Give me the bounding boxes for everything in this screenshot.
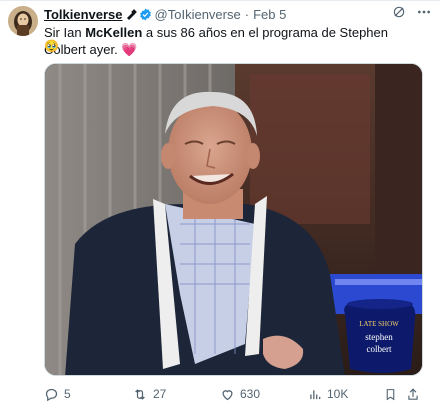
bookmark-button[interactable] <box>384 384 397 404</box>
like-button[interactable]: 630 <box>220 384 260 404</box>
more-options-icon[interactable] <box>416 5 432 24</box>
tweet-actions-bar: 5 27 630 10K <box>44 384 424 404</box>
divider <box>0 0 440 1</box>
share-icon <box>408 387 418 400</box>
views-chart-icon <box>310 389 321 399</box>
retweet-count: 27 <box>153 387 167 401</box>
avatar[interactable] <box>8 6 38 36</box>
views-count: 10K <box>327 387 349 401</box>
views-button[interactable]: 10K <box>308 384 348 404</box>
display-name[interactable]: Tolkienverse <box>44 7 123 22</box>
reply-count: 5 <box>64 387 71 401</box>
pink-heart-emoji: 💗 <box>121 42 138 57</box>
bookmark-icon <box>386 388 395 400</box>
mug-logo-line2: stephen <box>365 332 393 342</box>
retweet-button[interactable]: 27 <box>132 384 166 404</box>
like-count: 630 <box>240 387 261 401</box>
tweet-text: Sir Ian McKellen a sus 86 años en el pro… <box>44 24 432 58</box>
tweet-top-actions <box>392 5 432 24</box>
tweet-media-image[interactable]: LATE SHOW stephen colbert <box>44 63 423 376</box>
mug-logo-line1: LATE SHOW <box>359 320 399 328</box>
tweet-header: Tolkienverse @ToIkienverse · Feb 5 <box>44 6 286 22</box>
tweet-text-part: Sir Ian <box>44 25 86 40</box>
separator-dot: · <box>244 6 250 22</box>
tweet-card[interactable]: Tolkienverse @ToIkienverse · Feb 5 Sir I… <box>0 0 440 413</box>
reply-icon <box>45 388 58 401</box>
verified-badge-icon <box>139 8 152 21</box>
affiliate-badge-icon[interactable] <box>126 8 137 20</box>
share-button[interactable] <box>406 384 420 404</box>
tweet-date[interactable]: Feb 5 <box>253 7 286 22</box>
grok-icon[interactable] <box>392 5 406 24</box>
reply-button[interactable]: 5 <box>44 384 71 404</box>
mug-logo-line3: colbert <box>367 344 392 354</box>
holding-back-tears-emoji: 🥹 <box>44 39 59 53</box>
heart-icon <box>222 389 233 400</box>
retweet-icon <box>135 388 145 400</box>
tweet-text-bold: McKellen <box>85 25 143 40</box>
handle[interactable]: @ToIkienverse <box>155 7 241 22</box>
